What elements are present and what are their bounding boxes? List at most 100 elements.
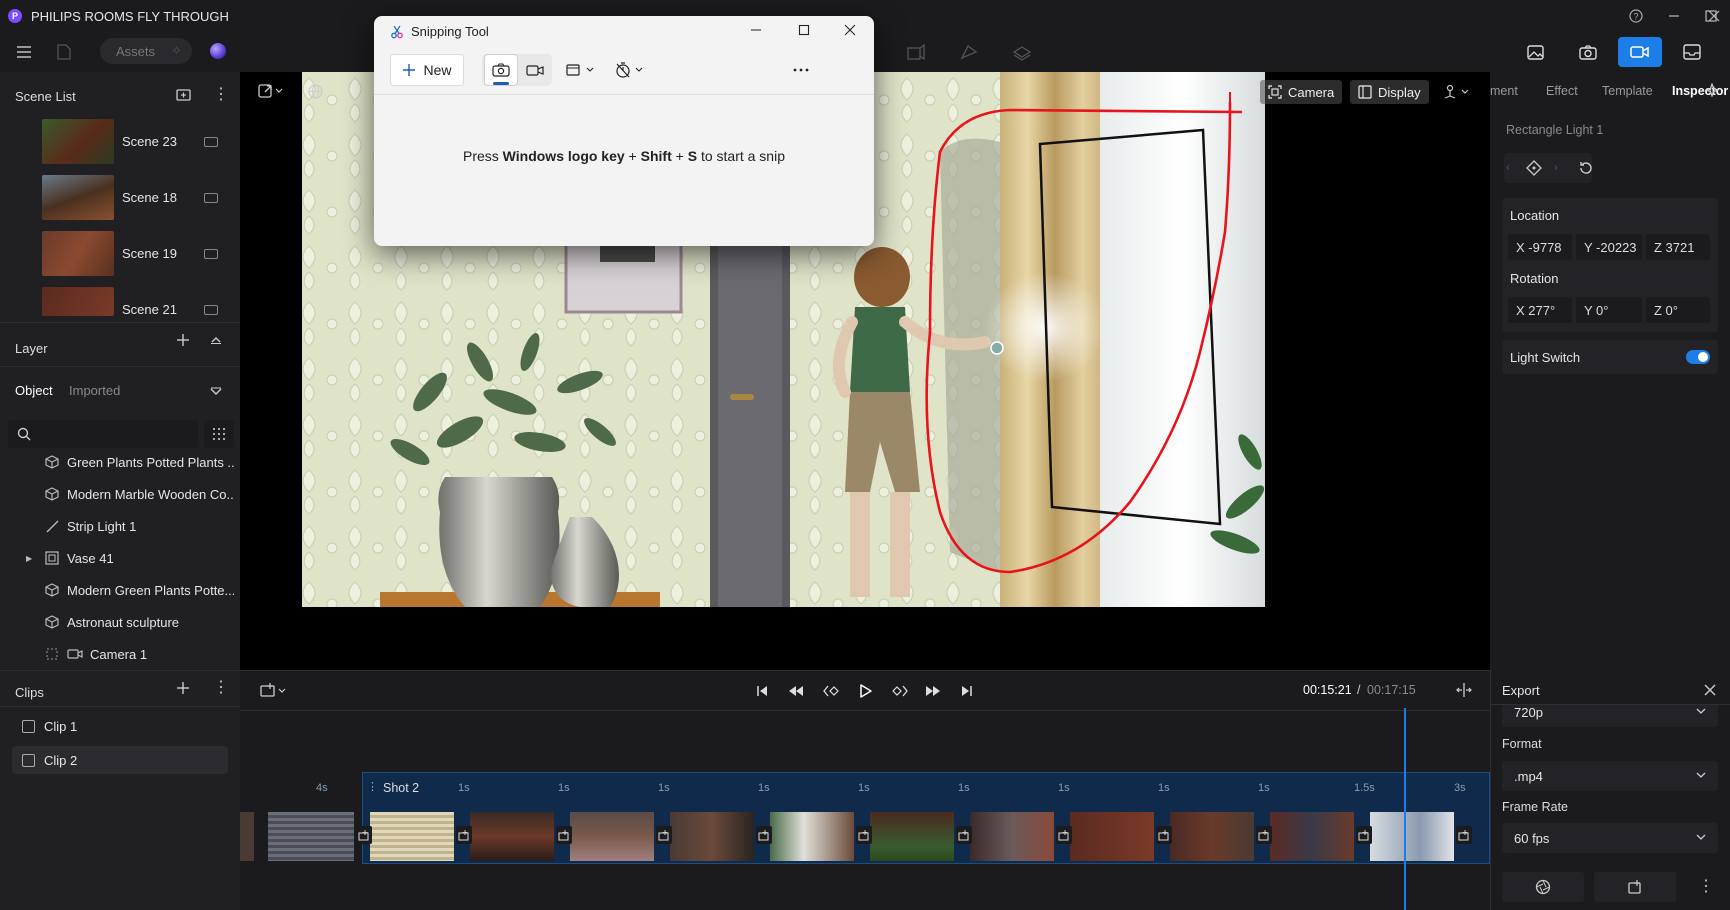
close-button[interactable] <box>1700 6 1728 26</box>
layer-item[interactable]: Strip Light 1 <box>44 514 234 538</box>
scene-label[interactable]: Scene 19 <box>122 246 177 261</box>
transition-icon[interactable] <box>956 826 972 844</box>
shot-thumbnail[interactable] <box>770 812 854 861</box>
tab-effect[interactable]: Effect <box>1546 84 1578 98</box>
keyframe-diamond-icon[interactable] <box>1526 160 1542 176</box>
add-to-queue-button[interactable] <box>1594 872 1676 902</box>
shot-thumbnail[interactable] <box>1170 812 1254 861</box>
transition-icon[interactable] <box>856 826 872 844</box>
reset-icon[interactable] <box>1578 160 1594 176</box>
add-shot-icon[interactable] <box>260 682 290 698</box>
skip-end-icon[interactable] <box>955 681 979 701</box>
display-button[interactable]: Display <box>1350 80 1429 104</box>
shot-thumbnail[interactable] <box>470 812 554 861</box>
prev-keyframe-icon[interactable]: ‹ <box>1506 162 1510 174</box>
location-y-field[interactable]: Y -20223 <box>1576 234 1642 260</box>
layer-item[interactable]: Vase 41 <box>44 546 234 570</box>
scene-camera-icon[interactable] <box>204 193 218 203</box>
prev-shot-thumbnail[interactable] <box>240 812 254 861</box>
snip-shape-dropdown[interactable] <box>560 54 600 86</box>
tab-imported[interactable]: Imported <box>69 383 120 398</box>
scene-camera-icon[interactable] <box>204 305 218 315</box>
clip-item-selected[interactable]: Clip 2 <box>12 746 228 774</box>
rotation-x-field[interactable]: X 277° <box>1508 297 1572 323</box>
layers-tool-icon[interactable] <box>1008 40 1036 64</box>
close-export-icon[interactable] <box>1704 684 1716 696</box>
scene-label[interactable]: Scene 23 <box>122 134 177 149</box>
clips-more-icon[interactable]: ⋮ <box>213 680 229 696</box>
shot-thumbnail[interactable] <box>370 812 454 861</box>
play-icon[interactable] <box>854 681 878 701</box>
file-icon[interactable] <box>50 40 78 64</box>
snip-delay-dropdown[interactable] <box>608 54 650 86</box>
clip-item[interactable]: Clip 1 <box>12 712 228 740</box>
video-mode-button[interactable] <box>518 54 552 86</box>
layer-item[interactable]: Green Plants Potted Plants ... <box>44 450 234 474</box>
export-view-icon[interactable] <box>258 83 284 99</box>
frame-rate-select[interactable]: 60 fps <box>1502 823 1718 853</box>
scene-thumbnail[interactable] <box>42 287 114 316</box>
layer-item[interactable]: Modern Marble Wooden Co... <box>44 482 234 506</box>
shot-thumbnail[interactable] <box>570 812 654 861</box>
next-keyframe-icon[interactable] <box>888 681 912 701</box>
scene-label[interactable]: Scene 18 <box>122 190 177 205</box>
add-layer-icon[interactable] <box>176 333 190 347</box>
video-camera-button[interactable] <box>1618 37 1662 67</box>
scene-label[interactable]: Scene 21 <box>122 302 177 317</box>
tab-template[interactable]: Template <box>1602 84 1653 98</box>
export-more-icon[interactable]: ⋮ <box>1698 876 1714 896</box>
gizmo-icon[interactable] <box>1442 84 1472 100</box>
layer-search-input[interactable] <box>8 420 198 448</box>
render-image-icon[interactable] <box>1522 40 1550 64</box>
photo-camera-icon[interactable] <box>1574 40 1602 64</box>
rotation-z-field[interactable]: Z 0° <box>1646 297 1710 323</box>
shot-thumbnail[interactable] <box>1070 812 1154 861</box>
fast-forward-icon[interactable] <box>921 681 945 701</box>
snip-maximize-button[interactable] <box>798 24 810 36</box>
expand-arrow-icon[interactable]: ▶ <box>26 554 32 563</box>
light-switch-toggle[interactable] <box>1686 350 1710 364</box>
location-z-field[interactable]: Z 3721 <box>1646 234 1710 260</box>
scene-thumbnail[interactable] <box>42 175 114 220</box>
rewind-icon[interactable] <box>784 681 808 701</box>
snip-new-button[interactable]: New <box>390 54 464 86</box>
transition-icon[interactable] <box>656 826 672 844</box>
help-icon[interactable]: ? <box>1622 6 1650 26</box>
layer-item[interactable]: Camera 1 <box>44 642 234 666</box>
next-keyframe-icon[interactable]: › <box>1554 162 1558 174</box>
output-tray-icon[interactable] <box>1678 40 1706 64</box>
snipping-tool-window[interactable]: Snipping Tool New Press Windows logo key… <box>374 16 874 246</box>
prev-shot-thumbnail[interactable] <box>268 812 354 861</box>
shot-thumbnail[interactable] <box>670 812 754 861</box>
shot-thumbnail[interactable] <box>1270 812 1354 861</box>
transition-icon[interactable] <box>1256 826 1272 844</box>
scene-thumbnail[interactable] <box>42 231 114 276</box>
skip-start-icon[interactable] <box>750 681 774 701</box>
layer-item[interactable]: Astronaut sculpture <box>44 610 234 634</box>
tab-object[interactable]: Object <box>15 383 53 398</box>
drag-handle-icon[interactable]: ⋮ <box>367 780 378 793</box>
transition-icon[interactable] <box>1156 826 1172 844</box>
filter-icon[interactable] <box>210 387 222 397</box>
scene-camera-icon[interactable] <box>204 137 218 147</box>
collapse-layer-icon[interactable] <box>210 336 222 344</box>
transition-icon[interactable] <box>1056 826 1072 844</box>
playhead[interactable] <box>1404 708 1406 910</box>
scene-list-more-icon[interactable]: ⋮ <box>213 87 229 103</box>
shot-thumbnail[interactable] <box>1370 812 1454 861</box>
snip-close-button[interactable] <box>844 24 856 36</box>
minimize-button[interactable] <box>1660 6 1688 26</box>
ai-orb-icon[interactable] <box>210 43 226 59</box>
snip-minimize-button[interactable] <box>750 24 762 36</box>
snip-more-button[interactable] <box>784 54 818 86</box>
split-icon[interactable] <box>1456 683 1472 697</box>
transition-icon[interactable] <box>556 826 572 844</box>
grid-view-button[interactable] <box>204 420 234 448</box>
tab-environment[interactable]: ment <box>1490 84 1518 98</box>
assets-button[interactable]: Assets ✧ <box>100 38 192 64</box>
globe-icon[interactable] <box>308 84 323 99</box>
transition-icon[interactable] <box>1456 826 1472 844</box>
sparkle-icon[interactable] <box>1705 83 1719 97</box>
import-model-icon[interactable] <box>902 40 930 64</box>
add-scene-icon[interactable] <box>176 88 192 102</box>
